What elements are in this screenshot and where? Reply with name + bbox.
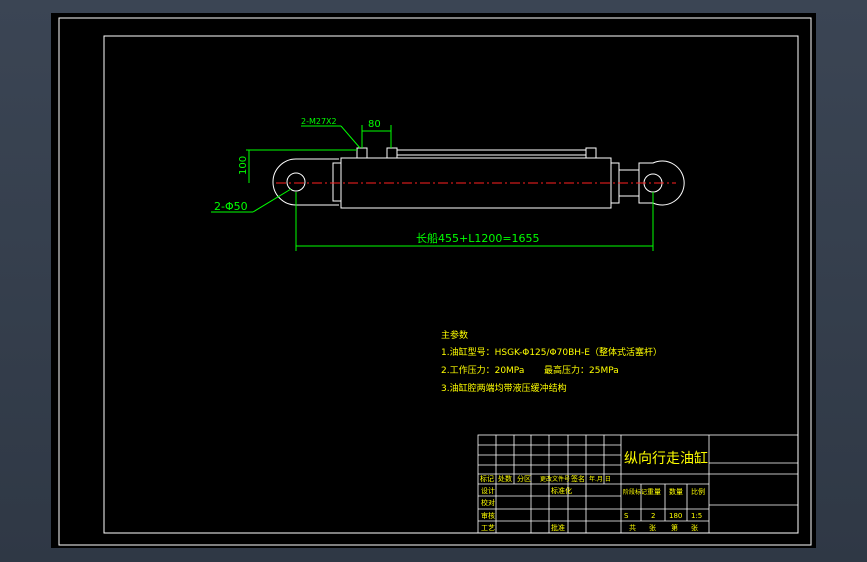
tb-val-2: 2 — [651, 512, 655, 520]
drawing-canvas[interactable]: 2-M27X2 80 100 2-Φ50 长船455+L1200=1655 主参… — [51, 13, 816, 548]
tb-label-chushu: 处数 — [498, 474, 512, 483]
tb-label-qianming: 签名 — [571, 474, 585, 483]
left-eye — [272, 158, 339, 206]
tb-label-sheji: 设计 — [481, 486, 495, 495]
notes-line3: 3.油缸腔两端均带液压缓冲结构 — [441, 382, 567, 394]
tb-label-zhang2: 张 — [691, 523, 698, 532]
tb-label-pizhun: 批准 — [551, 523, 565, 532]
notes-line2a: 2.工作压力：20MPa — [441, 364, 524, 376]
pipe-fitting — [585, 147, 597, 159]
title-block — [477, 434, 799, 534]
left-pin-hole — [286, 172, 306, 192]
dim-pin-text: 2-Φ50 — [214, 200, 248, 213]
tb-label-gongyi: 工艺 — [481, 524, 495, 532]
tb-label-zhongliang: 重量 — [647, 488, 661, 496]
dim-thread-text: 2-M27X2 — [301, 117, 337, 126]
tb-label-gengwen: 更改文件号 — [540, 475, 570, 483]
tb-label-gong: 共 — [629, 523, 636, 532]
tb-label-biaozhun: 标准化 — [551, 486, 572, 495]
tb-label-bili: 比例 — [691, 487, 705, 496]
tb-label-zhang: 张 — [649, 523, 656, 532]
technical-notes: 主参数 1.油缸型号：HSGK-Φ125/Φ70BH-E（整体式活塞杆） 2.工… — [441, 329, 662, 394]
left-cap — [332, 162, 342, 202]
notes-line1: 1.油缸型号：HSGK-Φ125/Φ70BH-E（整体式活塞杆） — [441, 346, 662, 358]
tb-label-jiaodui: 校对 — [481, 498, 495, 507]
drawing-title: 纵向行走油缸 — [624, 450, 708, 467]
tb-label-di: 第 — [671, 523, 678, 532]
tb-label-ji: 标记 — [480, 474, 494, 483]
tb-val-scale: 1:5 — [691, 512, 702, 520]
tb-label-shuliang: 数量 — [669, 487, 683, 496]
tb-val-s: S — [624, 512, 629, 520]
dim-80-text: 80 — [368, 119, 381, 130]
tb-label-shenhe: 审核 — [481, 511, 495, 520]
dim-100-text: 100 — [238, 156, 249, 175]
dim-length-text: 长船455+L1200=1655 — [416, 231, 540, 245]
hydraulic-cylinder — [272, 147, 685, 209]
tb-label-jieduan: 阶段标记 — [623, 488, 647, 496]
oil-port-right — [386, 147, 398, 159]
cad-viewport[interactable]: 2-M27X2 80 100 2-Φ50 长船455+L1200=1655 主参… — [51, 13, 816, 548]
tb-label-date: 年.月.日 — [589, 475, 611, 483]
thread-leader-arrow — [340, 125, 361, 149]
oil-port-left — [356, 147, 368, 159]
tb-val-180: 180 — [669, 512, 682, 520]
tb-label-fenqu: 分区 — [517, 474, 531, 483]
notes-heading: 主参数 — [441, 329, 468, 341]
pin-leader-arrow — [252, 188, 292, 213]
notes-line2b: 最高压力：25MPa — [544, 364, 619, 376]
